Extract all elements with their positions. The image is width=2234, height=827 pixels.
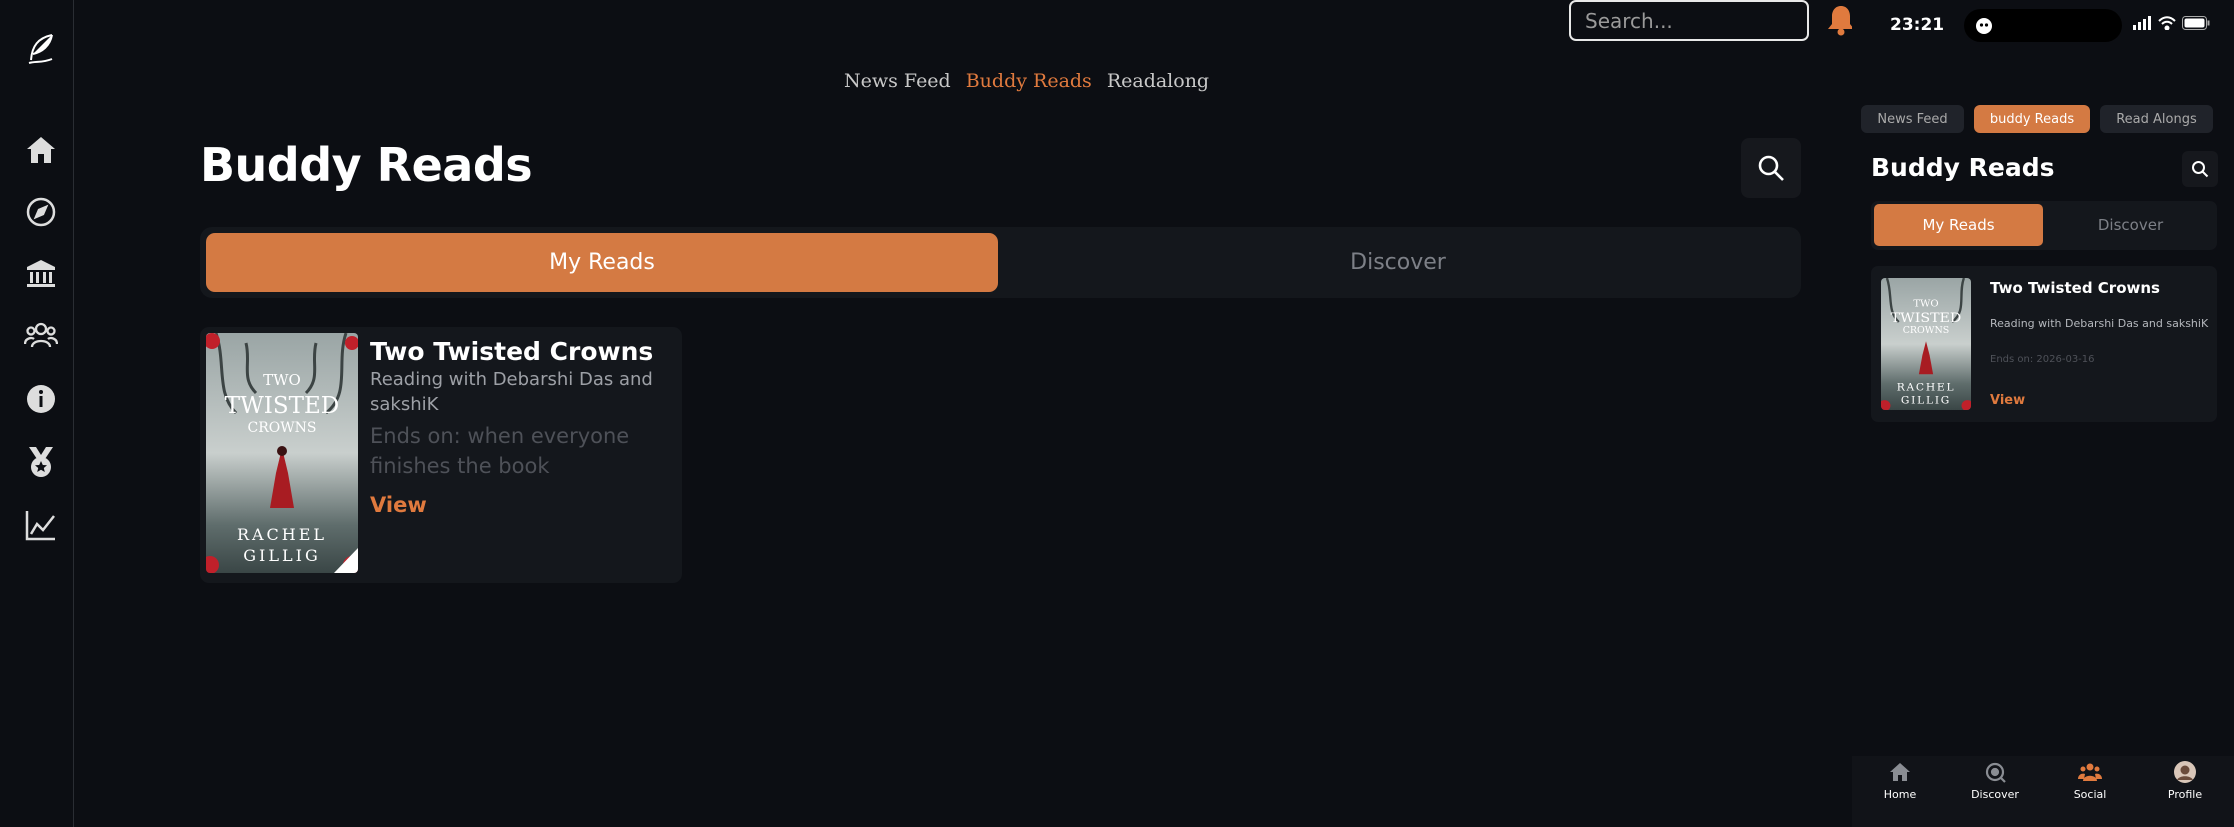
cover-author-line2: GILLIG: [243, 546, 320, 565]
phone-cover-author-line2: GILLIG: [1901, 395, 1951, 407]
avatar: [2174, 761, 2196, 783]
book-cover[interactable]: TWO TWISTED CROWNS RACHEL GILLIG: [206, 333, 358, 573]
cover-title-line2: TWISTED: [225, 393, 339, 419]
tab-buddy-reads[interactable]: Buddy Reads: [966, 70, 1092, 92]
nav-social-label: Social: [2073, 788, 2107, 801]
app-bug-icon: [1976, 18, 1992, 34]
nav-home-label: Home: [1883, 788, 1917, 801]
phone-cover-title-line3: CROWNS: [1903, 326, 1950, 336]
phone-book-title: Two Twisted Crowns: [1990, 279, 2160, 297]
reading-with-text: Reading with Debarshi Das and sakshiK: [370, 369, 653, 415]
phone-bottom-nav: Home Discover Social Profile: [1852, 756, 2234, 827]
phone-book-cover[interactable]: TWO TWISTED CROWNS RACHEL GILLIG: [1881, 278, 1971, 410]
cover-author-line1: RACHEL: [237, 525, 327, 544]
search-input[interactable]: [1585, 8, 1834, 33]
nav-home[interactable]: Home: [1865, 760, 1935, 801]
phone-page-title: Buddy Reads: [1871, 153, 2055, 182]
search-bar[interactable]: [1569, 0, 1834, 41]
buddy-read-card[interactable]: TWO TWISTED CROWNS RACHEL GILLIG Two Twi…: [200, 327, 682, 583]
ends-on-text: Ends on: when everyone finishes the book: [370, 424, 630, 478]
phone-cover-author-line1: RACHEL: [1897, 382, 1956, 394]
phone-ends-on-text: Ends on: 2026-03-16: [1990, 354, 2095, 365]
phone-search-button[interactable]: [2182, 151, 2218, 187]
phone-cover-title-line2: TWISTED: [1891, 310, 1962, 325]
library-icon[interactable]: [20, 253, 62, 295]
phone-tab-news-feed[interactable]: News Feed: [1861, 105, 1964, 133]
wifi-icon: [2158, 16, 2176, 30]
nav-profile-label: Profile: [2167, 788, 2203, 801]
phone-tab-buddy-reads[interactable]: buddy Reads: [1974, 105, 2090, 133]
page-title: Buddy Reads: [200, 138, 533, 192]
medal-icon[interactable]: [20, 441, 62, 483]
my-reads-tab[interactable]: My Reads: [206, 233, 998, 292]
search-button[interactable]: [1741, 138, 1801, 198]
mobile-preview: 23:21 News Feed buddy Reads Read Alongs …: [1852, 0, 2234, 827]
search-icon: [2192, 161, 2209, 178]
info-icon[interactable]: [20, 378, 62, 420]
home-icon: [1890, 763, 1910, 781]
stats-chart-icon[interactable]: [20, 504, 62, 546]
cover-title-line3: CROWNS: [248, 420, 317, 436]
book-title: Two Twisted Crowns: [370, 337, 654, 366]
phone-my-reads-tab[interactable]: My Reads: [1874, 204, 2043, 246]
cover-title-line1: TWO: [263, 371, 301, 389]
top-tabs: News Feed Buddy Reads Readalong: [844, 70, 1209, 92]
tab-news-feed[interactable]: News Feed: [844, 70, 951, 92]
discover-tab[interactable]: Discover: [1000, 233, 1796, 292]
quill-logo-icon[interactable]: [20, 28, 62, 70]
nav-social[interactable]: Social: [2055, 760, 2125, 801]
sidebar: [0, 0, 74, 827]
status-time: 23:21: [1890, 15, 1945, 35]
nav-profile[interactable]: Profile: [2150, 760, 2220, 801]
phone-tab-read-alongs[interactable]: Read Alongs: [2100, 105, 2213, 133]
home-icon[interactable]: [20, 129, 62, 171]
battery-icon: [2182, 16, 2210, 30]
reads-segmented-control: My Reads Discover: [200, 227, 1801, 298]
signal-icon: [2133, 16, 2151, 30]
nav-discover-label: Discover: [1971, 788, 2019, 801]
view-link[interactable]: View: [370, 493, 427, 517]
phone-view-link[interactable]: View: [1990, 393, 2025, 408]
social-icon: [2078, 763, 2102, 781]
dynamic-island: [1964, 9, 2122, 42]
phone-segmented-control: My Reads Discover: [1871, 201, 2217, 250]
compass-icon[interactable]: [20, 191, 62, 233]
tab-readalong[interactable]: Readalong: [1107, 70, 1209, 92]
phone-reading-with-text: Reading with Debarshi Das and sakshiK: [1990, 317, 2209, 330]
search-icon: [1758, 155, 1784, 181]
nav-discover[interactable]: Discover: [1960, 760, 2030, 801]
phone-discover-tab[interactable]: Discover: [2047, 204, 2214, 246]
phone-cover-title-line1: TWO: [1913, 299, 1938, 310]
phone-buddy-read-card[interactable]: TWO TWISTED CROWNS RACHEL GILLIG Two Twi…: [1871, 266, 2217, 422]
discover-icon: [1985, 762, 2006, 783]
community-icon[interactable]: [20, 314, 62, 356]
